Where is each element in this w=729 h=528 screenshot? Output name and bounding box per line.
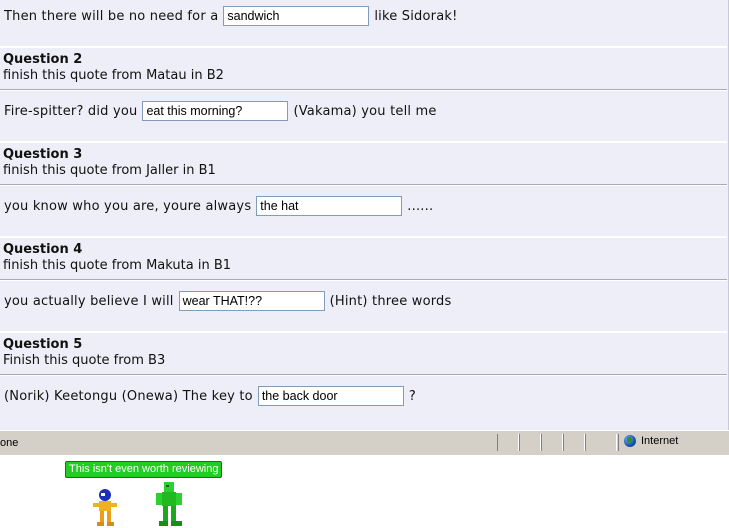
question-title: Question 4 [3, 242, 83, 257]
question-prompt: finish this quote from Makuta in B1 [3, 258, 232, 273]
globe-icon [624, 435, 636, 447]
question-prompt: finish this quote from Matau in B2 [3, 68, 224, 83]
section-divider [0, 331, 727, 333]
browser-status-bar: one Internet [0, 430, 729, 455]
section-divider [0, 46, 727, 48]
section-divider [0, 236, 727, 238]
section-divider [0, 141, 727, 143]
blue-gold-figure-sprite [93, 489, 117, 526]
status-message: one [0, 437, 19, 449]
answer-text-after: ...... [407, 198, 434, 214]
answer-text-after: (Hint) three words [329, 293, 452, 309]
zone-label: Internet [641, 435, 679, 447]
answer-text-before: you actually believe I will [4, 293, 174, 309]
answer-input-5[interactable]: the back door [257, 386, 404, 406]
question-header-4: Question 4 finish this quote from Makuta… [0, 242, 729, 274]
answer-text-before: Fire-spitter? did you [4, 103, 138, 119]
status-pane [519, 434, 541, 451]
answer-row-5: (Norik) Keetongu (Onewa) The key to the … [0, 385, 729, 407]
answer-text-after: like Sidorak! [374, 8, 458, 24]
question-separator [0, 374, 727, 376]
security-zone[interactable]: Internet [624, 435, 678, 447]
question-prompt: finish this quote from Jaller in B1 [3, 163, 216, 178]
status-pane [585, 434, 617, 451]
question-title: Question 2 [3, 52, 83, 67]
question-separator [0, 184, 727, 186]
answer-input-4[interactable]: wear THAT!?? [178, 291, 325, 311]
question-title: Question 3 [3, 147, 83, 162]
status-pane [563, 434, 585, 451]
answer-text-before: Then there will be no need for a [4, 8, 219, 24]
answer-row-2: Fire-spitter? did you eat this morning? … [0, 100, 729, 122]
question-header-3: Question 3 finish this quote from Jaller… [0, 147, 729, 179]
status-pane [497, 434, 519, 451]
question-header-5: Question 5 Finish this quote from B3 [0, 337, 729, 369]
answer-text-after: (Vakama) you tell me [293, 103, 437, 119]
question-header-2: Question 2 finish this quote from Matau … [0, 52, 729, 84]
answer-text-before: (Norik) Keetongu (Onewa) The key to [4, 388, 253, 404]
answer-text-before: you know who you are, youre always [4, 198, 252, 214]
answer-row-1: Then there will be no need for a sandwic… [0, 5, 729, 27]
answer-input-1[interactable]: sandwich [223, 6, 370, 26]
question-separator [0, 279, 727, 281]
status-pane [541, 434, 563, 451]
question-title: Question 5 [3, 337, 83, 352]
review-badge: This isn't even worth reviewing [65, 461, 223, 478]
answer-input-2[interactable]: eat this morning? [142, 101, 289, 121]
answer-input-3[interactable]: the hat [256, 196, 403, 216]
answer-text-after: ? [408, 388, 416, 404]
question-prompt: Finish this quote from B3 [3, 353, 166, 368]
question-separator [0, 89, 727, 91]
green-figure-sprite [156, 482, 182, 526]
answer-row-4: you actually believe I will wear THAT!??… [0, 290, 729, 312]
answer-row-3: you know who you are, youre always the h… [0, 195, 729, 217]
